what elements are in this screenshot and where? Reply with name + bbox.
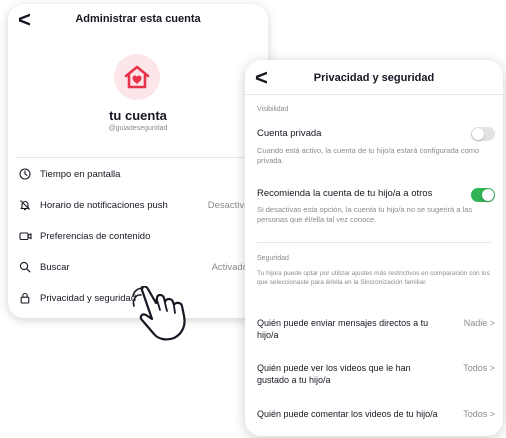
- menu-item-value: Activado: [211, 261, 248, 273]
- privacy-security-panel: < Privacidad y seguridad Visibilidad Cue…: [245, 60, 503, 436]
- section-title-security: Seguridad: [257, 255, 289, 262]
- lock-icon: [18, 291, 32, 305]
- menu-item-label: Buscar: [40, 261, 70, 273]
- setting-value: Todos >: [463, 409, 495, 419]
- recommend-account-label: Recomienda la cuenta de tu hijo/a a otro…: [257, 188, 433, 199]
- menu-item-label: Tiempo en pantalla: [40, 168, 121, 180]
- menu-item-search[interactable]: Buscar Activado: [8, 252, 268, 282]
- pointing-hand-icon: [132, 286, 186, 341]
- user-handle: @guiadeseguridad: [108, 125, 168, 132]
- search-icon: [18, 260, 32, 274]
- username: tu cuenta: [109, 108, 167, 123]
- setting-value: Nadie >: [463, 318, 495, 328]
- page-title: Administrar esta cuenta: [75, 13, 201, 25]
- home-heart-icon: [124, 65, 150, 89]
- header-divider: [245, 94, 503, 95]
- recommend-account-description: Si desactivas esta opción, la cuenta tu …: [257, 205, 473, 224]
- private-account-toggle[interactable]: [471, 127, 495, 141]
- setting-label: Quién puede comentar los videos de tu hi…: [257, 409, 438, 419]
- setting-row-liked-videos[interactable]: Quién puede ver los videos que le han gu…: [257, 362, 495, 386]
- section-divider: [257, 242, 491, 243]
- clock-icon: [18, 167, 32, 181]
- manage-account-panel: < Administrar esta cuenta tu cuenta @gui…: [8, 4, 268, 318]
- menu-item-label: Privacidad y seguridad: [40, 292, 137, 304]
- recommend-account-toggle[interactable]: [471, 188, 495, 202]
- menu-item-label: Horario de notificaciones push: [40, 199, 168, 211]
- private-account-label: Cuenta privada: [257, 128, 322, 139]
- section-title-visibility: Visibilidad: [257, 106, 289, 113]
- avatar: [114, 54, 160, 100]
- menu-item-screen-time[interactable]: Tiempo en pantalla: [8, 159, 268, 189]
- security-description: Tu hijo/a puede optar por utilizar ajust…: [257, 270, 490, 286]
- setting-label: Quién puede enviar mensajes directos a t…: [257, 318, 429, 340]
- setting-label: Quién puede ver los videos que le han gu…: [257, 363, 411, 385]
- menu-item-label: Preferencias de contenido: [40, 230, 151, 242]
- page-title: Privacidad y seguridad: [313, 72, 435, 84]
- bell-off-icon: [18, 198, 32, 212]
- divider: [16, 157, 268, 158]
- menu-item-push-schedule[interactable]: Horario de notificaciones push Desactiva…: [8, 190, 268, 220]
- setting-row-direct-messages[interactable]: Quién puede enviar mensajes directos a t…: [257, 317, 495, 341]
- setting-value: Todos >: [463, 363, 495, 373]
- menu-item-content-preferences[interactable]: Preferencias de contenido: [8, 221, 268, 251]
- private-account-description: Cuando está activo, la cuenta de tu hijo…: [257, 146, 480, 165]
- video-icon: [18, 229, 32, 243]
- setting-row-comments[interactable]: Quién puede comentar los videos de tu hi…: [257, 408, 495, 420]
